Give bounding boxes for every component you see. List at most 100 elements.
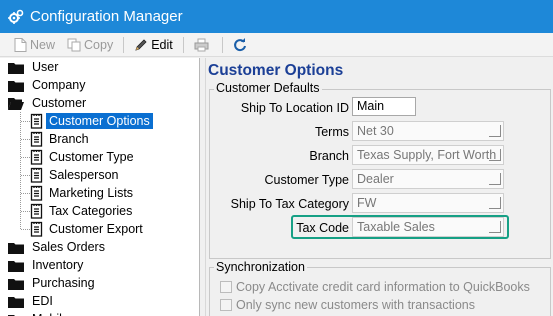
terms-label: Terms bbox=[314, 125, 349, 139]
branch-label: Branch bbox=[309, 149, 349, 163]
new-document-icon bbox=[14, 37, 27, 52]
ship-to-tax-category-value: FW bbox=[357, 196, 377, 210]
config-doc-icon bbox=[30, 203, 43, 219]
customer-type-combo[interactable]: Dealer bbox=[352, 169, 504, 189]
folder-icon bbox=[8, 260, 24, 272]
tree-item-label: Customer Options bbox=[46, 113, 153, 129]
tree-item[interactable]: Customer Options bbox=[30, 112, 153, 130]
tree-item-label: Tax Categories bbox=[49, 204, 133, 218]
tree-item[interactable]: Mobile bbox=[8, 310, 72, 316]
tree-item[interactable]: Inventory bbox=[8, 256, 86, 274]
copy-credit-card-label: Copy Acctivate credit card information t… bbox=[236, 280, 530, 294]
dropdown-arrow-icon bbox=[489, 197, 501, 209]
tree-item[interactable]: EDI bbox=[8, 292, 56, 310]
branch-value: Texas Supply, Fort Worth bbox=[357, 148, 497, 162]
ship-to-location-id-input[interactable]: Main bbox=[352, 97, 416, 116]
dropdown-arrow-icon bbox=[489, 125, 501, 137]
ship-to-tax-category-combo[interactable]: FW bbox=[352, 193, 504, 213]
title-bar: Configuration Manager bbox=[0, 0, 553, 33]
branch-combo[interactable]: Texas Supply, Fort Worth bbox=[352, 145, 504, 165]
customer-type-label: Customer Type bbox=[264, 173, 349, 187]
refresh-icon bbox=[233, 37, 246, 51]
tree-item[interactable]: User bbox=[8, 58, 61, 76]
tree-item[interactable]: Branch bbox=[30, 130, 92, 148]
edit-button-label: Edit bbox=[151, 37, 173, 52]
tree-item-label: EDI bbox=[32, 294, 53, 308]
edit-button[interactable]: Edit bbox=[132, 35, 175, 55]
toolbar-separator bbox=[123, 36, 125, 53]
folder-icon bbox=[8, 296, 24, 308]
tree-item-label: Customer bbox=[32, 96, 87, 110]
folder-icon bbox=[8, 242, 24, 254]
tree-item[interactable]: Tax Categories bbox=[30, 202, 135, 220]
folder-open-icon bbox=[8, 97, 24, 110]
customer-defaults-legend: Customer Defaults bbox=[214, 81, 322, 95]
toolbar-separator bbox=[221, 36, 223, 53]
config-tree[interactable]: User Company Customer Customer Options Branc… bbox=[0, 58, 200, 316]
tree-item[interactable]: Customer Type bbox=[30, 148, 137, 166]
page-title: Customer Options bbox=[208, 62, 344, 79]
dropdown-arrow-icon bbox=[489, 221, 501, 233]
terms-value: Net 30 bbox=[357, 124, 394, 138]
customer-type-value: Dealer bbox=[357, 172, 394, 186]
copy-icon bbox=[67, 38, 81, 51]
tree-item-label: Salesperson bbox=[49, 168, 119, 182]
folder-icon bbox=[8, 62, 24, 74]
folder-icon bbox=[8, 80, 24, 92]
tree-item[interactable]: Customer Export bbox=[30, 220, 146, 238]
tax-code-combo[interactable]: Taxable Sales bbox=[352, 217, 504, 237]
tree-item-label: Marketing Lists bbox=[49, 186, 134, 200]
pencil-icon bbox=[135, 38, 147, 51]
tree-item-label: Mobile bbox=[29, 311, 72, 316]
tree-item-label: Sales Orders bbox=[32, 240, 105, 254]
tree-connector bbox=[21, 211, 30, 212]
dropdown-arrow-icon bbox=[489, 173, 501, 185]
folder-icon bbox=[8, 278, 24, 290]
refresh-button[interactable] bbox=[231, 35, 252, 55]
tree-connector bbox=[21, 175, 30, 176]
sync-new-customers-option[interactable]: Only sync new customers with transaction… bbox=[220, 298, 475, 312]
copy-button[interactable]: Copy bbox=[65, 35, 115, 55]
gears-icon bbox=[8, 9, 24, 24]
printer-icon bbox=[194, 38, 209, 51]
tree-connector bbox=[21, 157, 30, 158]
sync-new-customers-checkbox[interactable] bbox=[220, 299, 232, 311]
tree-connector bbox=[21, 193, 30, 194]
copy-credit-card-checkbox[interactable] bbox=[220, 281, 232, 293]
config-doc-icon bbox=[30, 131, 43, 147]
tree-item-label: User bbox=[32, 60, 59, 74]
tree-item-label: Inventory bbox=[32, 258, 84, 272]
tree-item[interactable]: Customer bbox=[8, 94, 89, 112]
new-button[interactable]: New bbox=[12, 35, 57, 55]
folder-icon bbox=[8, 314, 24, 316]
print-button[interactable] bbox=[192, 35, 214, 55]
toolbar: New Copy Edit bbox=[0, 33, 553, 57]
tree-item-label: Branch bbox=[49, 132, 89, 146]
tree-connector bbox=[21, 139, 30, 140]
synchronization-legend: Synchronization bbox=[214, 260, 307, 274]
tree-item[interactable]: Sales Orders bbox=[8, 238, 108, 256]
new-button-label: New bbox=[30, 37, 56, 52]
ship-to-location-id-label: Ship To Location ID bbox=[240, 101, 349, 115]
options-panel: Customer Options Customer Defaults Ship … bbox=[205, 58, 553, 316]
terms-combo[interactable]: Net 30 bbox=[352, 121, 504, 141]
tree-item[interactable]: Marketing Lists bbox=[30, 184, 136, 202]
tax-code-value: Taxable Sales bbox=[357, 220, 435, 234]
tree-item-label: Company bbox=[32, 78, 86, 92]
config-doc-icon bbox=[30, 167, 43, 183]
dropdown-arrow-icon bbox=[489, 149, 501, 161]
config-doc-icon bbox=[30, 149, 43, 165]
tree-item-label: Customer Export bbox=[49, 222, 143, 236]
config-doc-icon bbox=[30, 113, 43, 129]
copy-credit-card-option[interactable]: Copy Acctivate credit card information t… bbox=[220, 280, 530, 294]
tree-item-label: Customer Type bbox=[49, 150, 134, 164]
tree-item[interactable]: Company bbox=[8, 76, 89, 94]
tree-item[interactable]: Purchasing bbox=[8, 274, 98, 292]
tree-connector bbox=[21, 229, 30, 230]
ship-to-tax-category-label: Ship To Tax Category bbox=[230, 197, 349, 211]
tree-item-label: Purchasing bbox=[32, 276, 95, 290]
window-title: Configuration Manager bbox=[30, 8, 183, 25]
tree-connector bbox=[21, 121, 30, 122]
tree-item[interactable]: Salesperson bbox=[30, 166, 122, 184]
copy-button-label: Copy bbox=[84, 37, 114, 52]
